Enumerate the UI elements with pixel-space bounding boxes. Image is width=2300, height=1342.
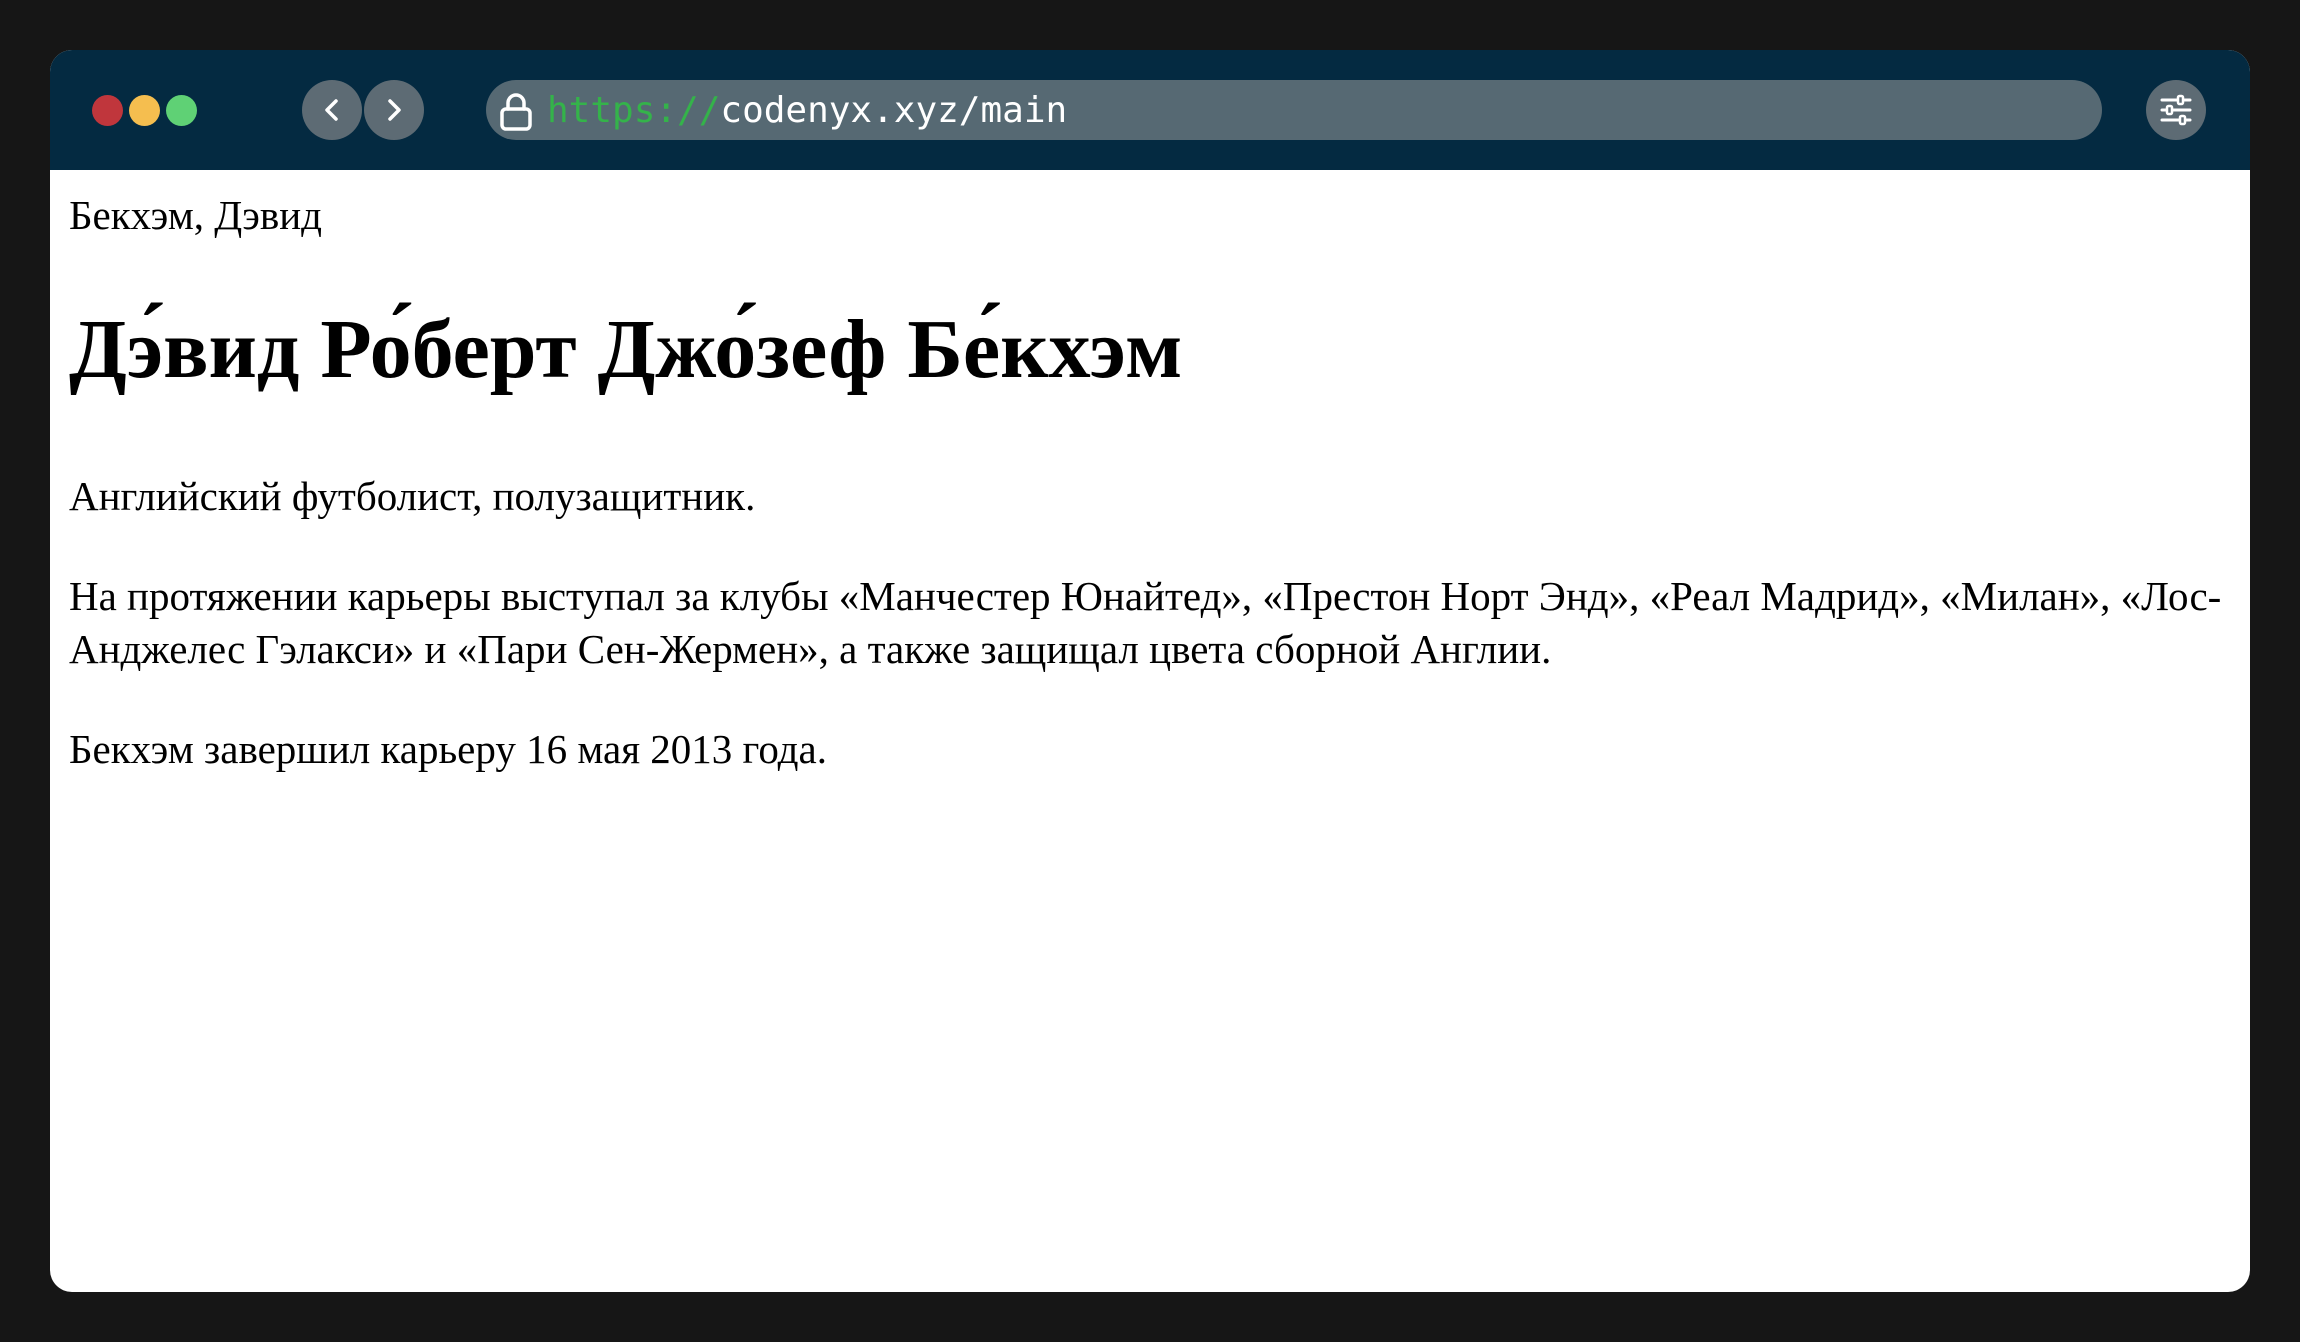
chevron-right-icon: [388, 99, 401, 121]
maximize-window-button[interactable]: [166, 95, 197, 126]
lock-icon: [500, 93, 532, 131]
forward-button[interactable]: [364, 80, 424, 140]
url-host: codenyx.xyz/main: [720, 90, 1068, 131]
sliders-icon: [2160, 94, 2192, 126]
paragraph-intro: Английский футболист, полузащитник.: [69, 473, 756, 519]
close-window-button[interactable]: [92, 95, 123, 126]
chevron-left-icon: [325, 99, 338, 121]
back-button[interactable]: [302, 80, 362, 140]
page-title: Дэ́вид Ро́берт Джо́зеф Бе́кхэм: [69, 303, 1183, 396]
url-scheme: https://: [547, 90, 721, 131]
breadcrumb: Бекхэм, Дэвид: [69, 192, 323, 238]
minimize-window-button[interactable]: [129, 95, 160, 126]
paragraph-retirement: Бекхэм завершил карьеру 16 мая 2013 года…: [69, 726, 827, 772]
settings-button[interactable]: [2146, 80, 2206, 140]
url-text[interactable]: https://codenyx.xyz/main: [547, 88, 1067, 134]
paragraph-career: На протяжении карьеры выступал за клубы …: [69, 573, 2222, 672]
